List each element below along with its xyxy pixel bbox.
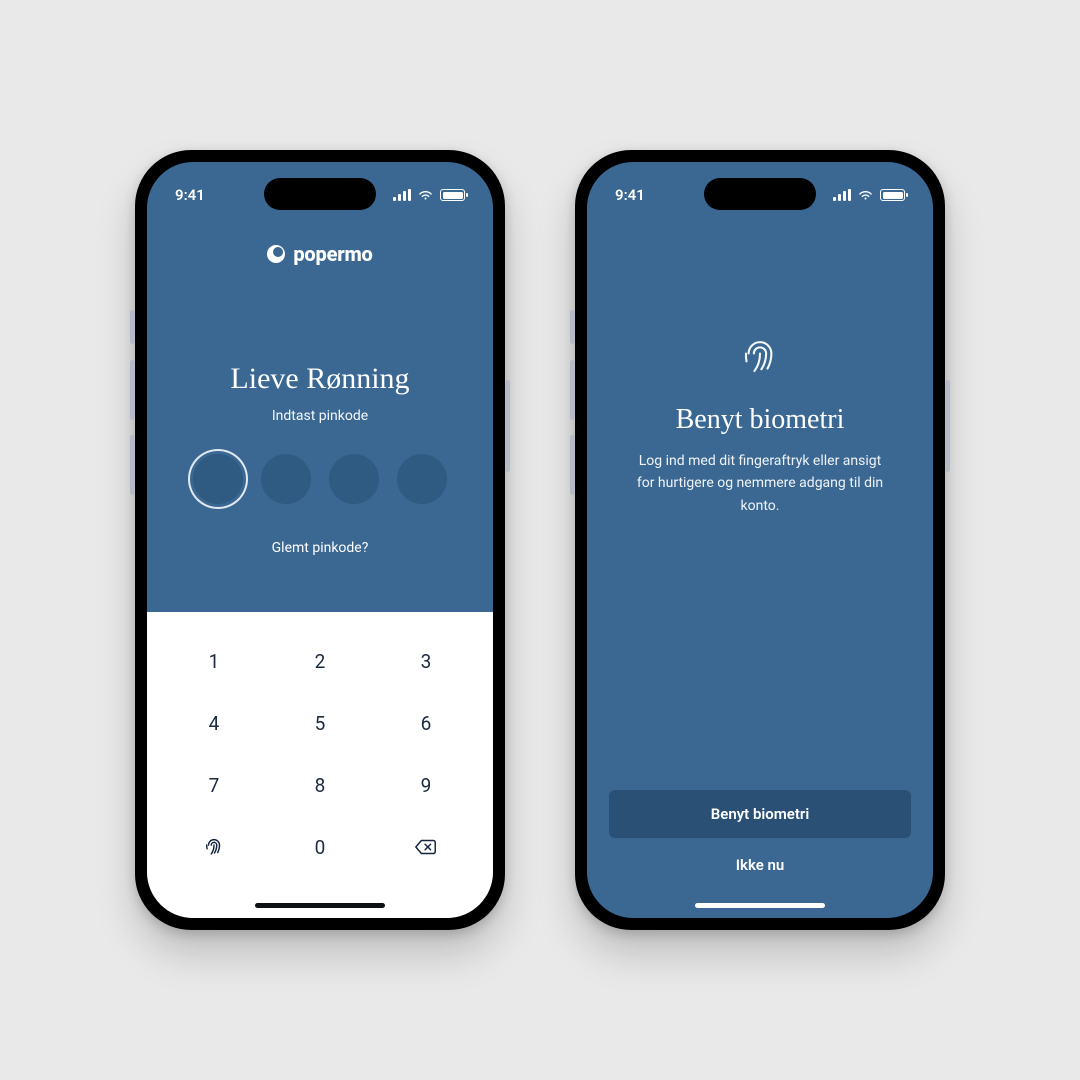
backspace-icon bbox=[414, 836, 438, 858]
app-screen-biometry: 9:41 Benyt bio bbox=[587, 162, 933, 918]
fingerprint-icon bbox=[739, 336, 781, 378]
status-indicators bbox=[833, 189, 905, 201]
phone-power-button bbox=[945, 380, 950, 472]
biometry-actions: Benyt biometri Ikke nu bbox=[587, 790, 933, 918]
key-4[interactable]: 4 bbox=[161, 692, 267, 754]
key-9[interactable]: 9 bbox=[373, 754, 479, 816]
forgot-pin-link[interactable]: Glemt pinkode? bbox=[272, 540, 369, 556]
brand-name: popermo bbox=[293, 242, 372, 266]
user-name: Lieve Rønning bbox=[230, 362, 409, 396]
battery-icon bbox=[880, 189, 905, 201]
pin-dot-4 bbox=[397, 454, 447, 504]
cellular-icon bbox=[833, 189, 851, 201]
fingerprint-icon bbox=[202, 836, 226, 858]
brand-logo: popermo bbox=[267, 242, 372, 266]
phone-volume-down bbox=[130, 435, 135, 495]
biometry-title: Benyt biometri bbox=[676, 404, 845, 436]
app-screen-pin: 9:41 popermo Lieve Rønning In bbox=[147, 162, 493, 918]
key-backspace[interactable] bbox=[373, 816, 479, 878]
cellular-icon bbox=[393, 189, 411, 201]
status-time: 9:41 bbox=[175, 186, 205, 204]
key-2[interactable]: 2 bbox=[267, 630, 373, 692]
enable-biometry-button[interactable]: Benyt biometri bbox=[609, 790, 911, 838]
numeric-keypad: 1 2 3 4 5 6 7 8 9 0 bbox=[147, 612, 493, 918]
phone-volume-up bbox=[570, 360, 575, 420]
brand-logo-icon bbox=[267, 245, 285, 263]
status-time: 9:41 bbox=[615, 186, 645, 204]
skip-biometry-button[interactable]: Ikke nu bbox=[609, 856, 911, 880]
pin-subtitle: Indtast pinkode bbox=[272, 408, 368, 424]
pin-dot-3 bbox=[329, 454, 379, 504]
phone-side-button bbox=[130, 310, 135, 344]
key-5[interactable]: 5 bbox=[267, 692, 373, 754]
key-3[interactable]: 3 bbox=[373, 630, 479, 692]
biometry-description: Log ind med dit fingeraftryk eller ansig… bbox=[630, 450, 890, 517]
key-8[interactable]: 8 bbox=[267, 754, 373, 816]
home-indicator[interactable] bbox=[255, 903, 385, 908]
pin-header-area: popermo Lieve Rønning Indtast pinkode Gl… bbox=[147, 224, 493, 612]
status-indicators bbox=[393, 189, 465, 201]
phone-side-button bbox=[570, 310, 575, 344]
key-6[interactable]: 6 bbox=[373, 692, 479, 754]
phone-volume-up bbox=[130, 360, 135, 420]
key-1[interactable]: 1 bbox=[161, 630, 267, 692]
biometry-content: Benyt biometri Log ind med dit fingeraft… bbox=[587, 224, 933, 790]
status-bar: 9:41 bbox=[587, 162, 933, 224]
key-0[interactable]: 0 bbox=[267, 816, 373, 878]
phone-power-button bbox=[505, 380, 510, 472]
pin-dot-1 bbox=[193, 454, 243, 504]
battery-icon bbox=[440, 189, 465, 201]
key-fingerprint[interactable] bbox=[161, 816, 267, 878]
phone-mockup-pin: 9:41 popermo Lieve Rønning In bbox=[135, 150, 505, 930]
key-7[interactable]: 7 bbox=[161, 754, 267, 816]
status-bar: 9:41 bbox=[147, 162, 493, 224]
pin-indicator-row bbox=[193, 454, 447, 504]
phone-mockup-biometry: 9:41 Benyt bio bbox=[575, 150, 945, 930]
wifi-icon bbox=[857, 189, 874, 201]
home-indicator[interactable] bbox=[695, 903, 825, 908]
phone-volume-down bbox=[570, 435, 575, 495]
wifi-icon bbox=[417, 189, 434, 201]
pin-dot-2 bbox=[261, 454, 311, 504]
